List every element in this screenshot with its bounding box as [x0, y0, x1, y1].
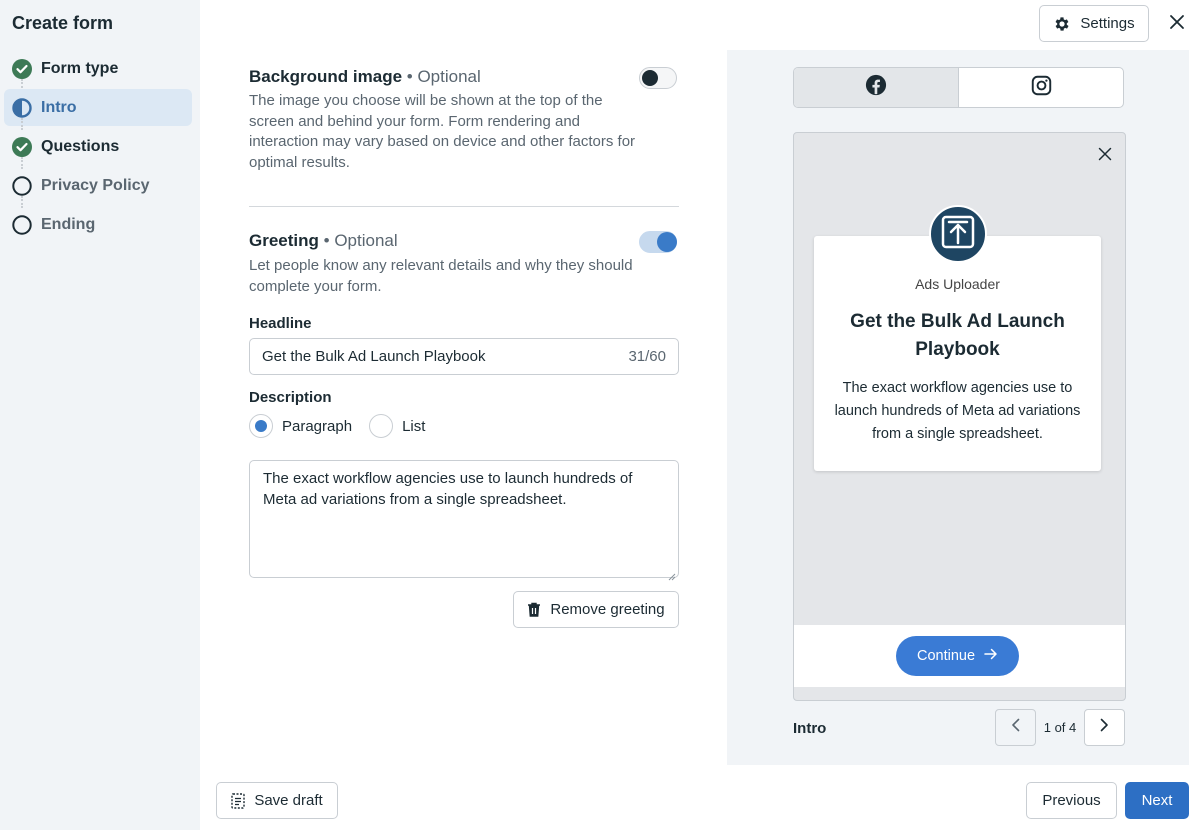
radio-option-paragraph[interactable]: Paragraph — [249, 414, 352, 438]
sidebar-item-label: Privacy Policy — [41, 176, 150, 194]
sidebar-item-label: Form type — [41, 59, 119, 77]
divider — [249, 206, 679, 207]
headline-value: Get the Bulk Ad Launch Playbook — [262, 348, 486, 365]
toggle-knob — [642, 70, 658, 86]
settings-button[interactable]: Settings — [1039, 5, 1149, 42]
close-button[interactable] — [1166, 13, 1188, 35]
description-textarea[interactable]: The exact workflow agencies use to launc… — [249, 460, 679, 581]
preview-panel: Ads Uploader Get the Bulk Ad Launch Play… — [727, 50, 1189, 765]
preview-description: The exact workflow agencies use to launc… — [834, 380, 1081, 442]
check-circle-icon — [12, 58, 32, 79]
background-image-description: The image you choose will be shown at th… — [249, 92, 636, 171]
headline-label: Headline — [249, 315, 312, 332]
continue-button[interactable]: Continue — [896, 636, 1019, 676]
sidebar-item-form-type[interactable]: Form type — [4, 50, 192, 91]
instagram-icon — [1031, 75, 1052, 101]
optional-tag: • Optional — [406, 67, 481, 86]
facebook-icon — [865, 74, 887, 101]
radio-button[interactable] — [249, 414, 273, 438]
radio-option-list[interactable]: List — [369, 414, 425, 438]
upload-icon — [940, 214, 976, 255]
trash-icon — [527, 602, 541, 617]
gear-icon — [1053, 15, 1071, 33]
background-image-title: Background image — [249, 67, 403, 86]
greeting-heading: Greeting • Optional — [249, 231, 398, 251]
chevron-left-icon — [1011, 718, 1020, 737]
sidebar-title: Create form — [12, 13, 114, 33]
greeting-toggle[interactable] — [639, 231, 677, 253]
next-label: Next — [1141, 792, 1173, 809]
previous-page-button[interactable] — [995, 709, 1036, 746]
preview-pager: 1 of 4 — [995, 709, 1125, 746]
save-draft-button[interactable]: Save draft — [216, 782, 338, 819]
platform-tabs — [793, 67, 1124, 108]
character-count: 31/60 — [628, 348, 666, 365]
optional-tag: • Optional — [323, 231, 398, 250]
description-value: The exact workflow agencies use to launc… — [263, 470, 633, 508]
sidebar-item-label: Questions — [41, 137, 120, 155]
sidebar-item-label: Intro — [41, 98, 77, 116]
preview-screen-label: Intro — [793, 720, 827, 737]
draft-document-icon — [231, 792, 246, 809]
sidebar-item-ending[interactable]: Ending — [4, 206, 192, 243]
greeting-title: Greeting — [249, 231, 319, 250]
avatar — [929, 205, 987, 263]
next-button[interactable]: Next — [1125, 782, 1189, 819]
tab-instagram[interactable] — [959, 68, 1123, 107]
arrow-right-icon — [984, 648, 998, 664]
radio-dot — [255, 420, 267, 432]
settings-label: Settings — [1080, 15, 1135, 32]
preview-headline: Get the Bulk Ad Launch Playbook — [850, 311, 1065, 360]
toggle-knob — [657, 232, 677, 252]
resize-handle-icon[interactable] — [668, 567, 676, 581]
sidebar: Create form Form type Intro Questions Pr… — [0, 0, 200, 830]
radio-label: List — [402, 417, 426, 435]
next-page-button[interactable] — [1084, 709, 1125, 746]
background-image-toggle[interactable] — [639, 67, 677, 89]
empty-circle-icon — [12, 175, 32, 196]
headline-input[interactable]: Get the Bulk Ad Launch Playbook 31/60 — [249, 338, 679, 375]
description-label: Description — [249, 389, 332, 406]
save-draft-label: Save draft — [254, 792, 323, 809]
radio-label: Paragraph — [282, 417, 353, 435]
previous-button[interactable]: Previous — [1026, 782, 1117, 819]
close-icon — [1169, 14, 1185, 35]
tab-facebook[interactable] — [794, 68, 959, 107]
description-format-options: Paragraph List — [249, 414, 425, 438]
background-image-heading: Background image • Optional — [249, 67, 481, 87]
half-circle-icon — [12, 97, 32, 118]
page-indicator: 1 of 4 — [1043, 720, 1077, 735]
step-list: Form type Intro Questions Privacy Policy — [4, 50, 192, 245]
empty-circle-icon — [12, 214, 32, 235]
sidebar-item-privacy-policy[interactable]: Privacy Policy — [4, 167, 192, 208]
chevron-right-icon — [1100, 718, 1109, 737]
sidebar-item-intro[interactable]: Intro — [4, 89, 192, 130]
sidebar-item-questions[interactable]: Questions — [4, 128, 192, 169]
remove-greeting-button[interactable]: Remove greeting — [513, 591, 679, 628]
radio-button[interactable] — [369, 414, 394, 438]
brand-name: Ads Uploader — [915, 276, 1000, 292]
check-circle-icon — [12, 136, 32, 157]
close-icon[interactable] — [1098, 147, 1112, 166]
phone-preview: Ads Uploader Get the Bulk Ad Launch Play… — [793, 132, 1126, 701]
preview-footer: Continue — [794, 625, 1125, 687]
intro-card: Ads Uploader Get the Bulk Ad Launch Play… — [814, 236, 1101, 471]
continue-label: Continue — [916, 648, 976, 664]
sidebar-item-label: Ending — [41, 215, 96, 233]
previous-label: Previous — [1042, 792, 1101, 809]
greeting-description: Let people know any relevant details and… — [249, 257, 633, 295]
remove-greeting-label: Remove greeting — [550, 601, 665, 618]
